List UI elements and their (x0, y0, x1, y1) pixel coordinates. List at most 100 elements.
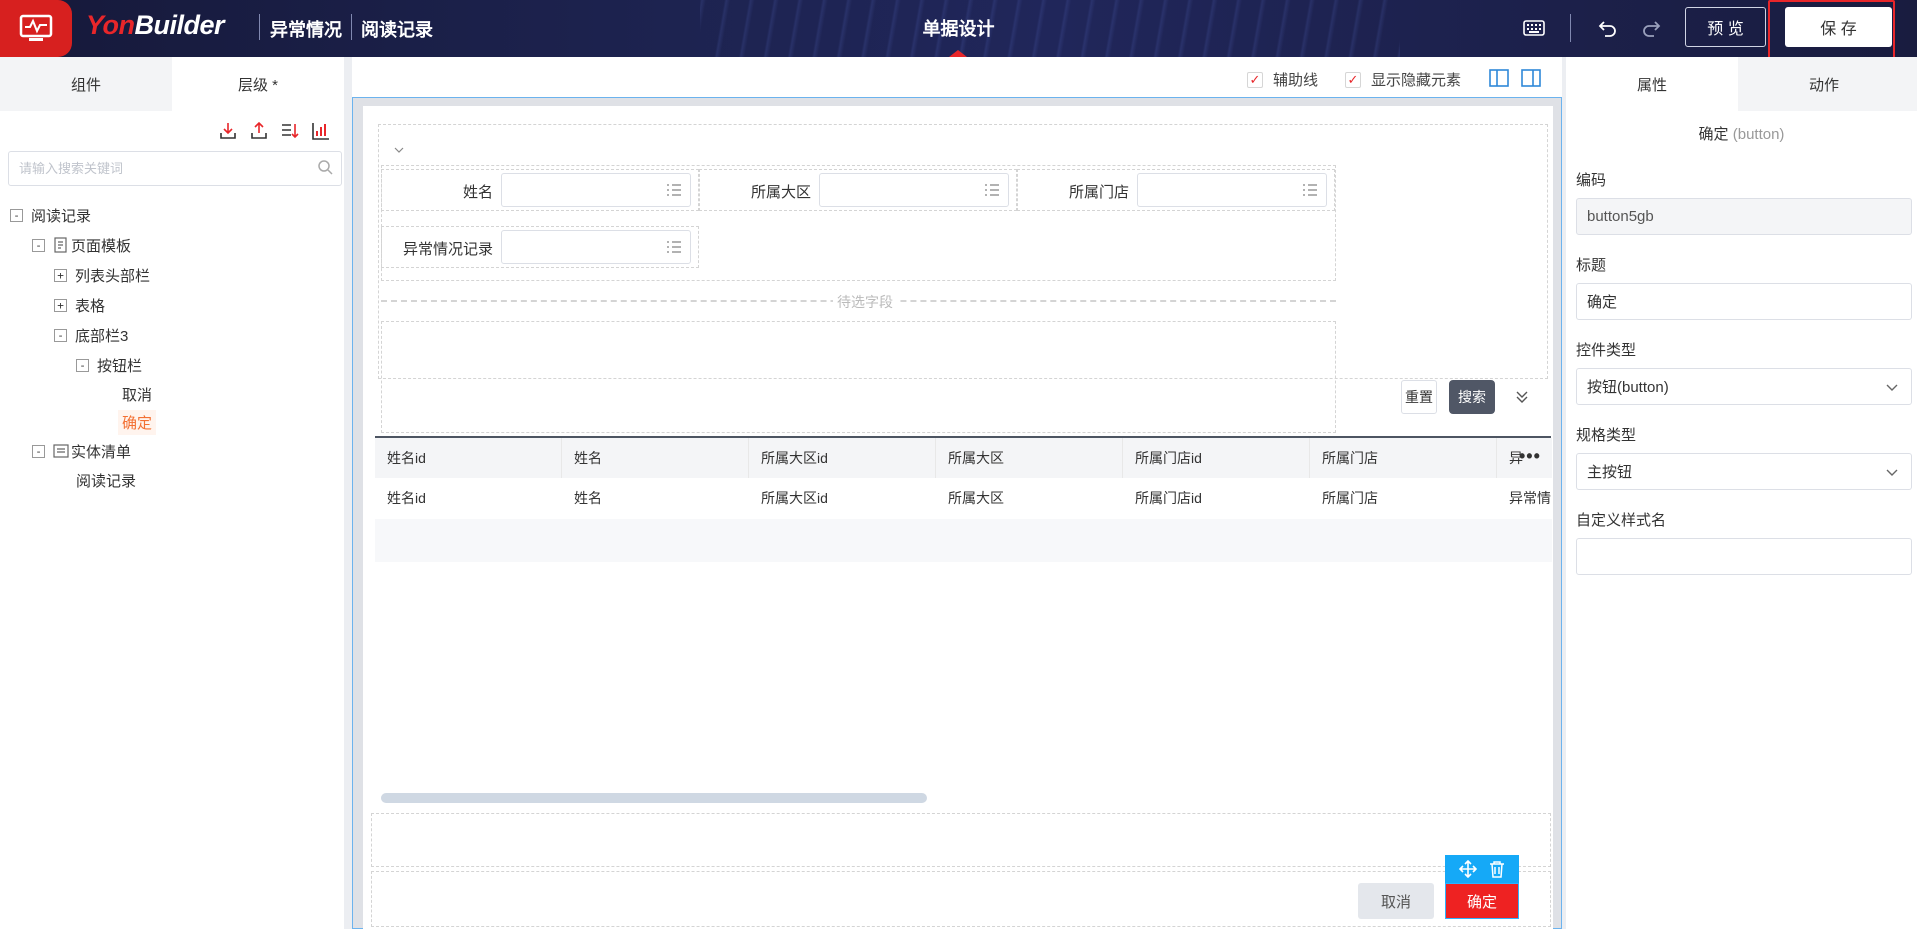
tree-label: 确定 (118, 409, 157, 435)
expand-icon[interactable]: + (54, 298, 67, 312)
option-label: 显示隐藏元素 (1371, 72, 1462, 89)
table-header: 姓名id 姓名 所属大区id 所属大区 所属门店id 所属门店 异 (375, 438, 1552, 478)
tab-properties[interactable]: 属性 (1566, 57, 1738, 111)
code-field[interactable]: button5gb (1576, 198, 1912, 235)
select-value: 按钮(button) (1587, 379, 1669, 396)
app-logo[interactable] (0, 0, 72, 57)
tree-node-cancel[interactable]: 取消 (122, 381, 152, 407)
undo-icon[interactable] (1594, 14, 1622, 42)
control-type-select[interactable]: 按钮(button) (1576, 368, 1912, 405)
expand-icon[interactable]: + (54, 268, 67, 282)
right-tabs: 属性 动作 (1566, 57, 1917, 111)
trash-icon[interactable] (1487, 859, 1507, 879)
tree-label: 表格 (75, 297, 106, 315)
more-icon[interactable]: ••• (1519, 446, 1541, 467)
tree-node-button-bar[interactable]: - 按钮栏 (76, 352, 142, 378)
collapse-icon[interactable]: - (32, 238, 45, 252)
left-tabs: 组件 层级 * (0, 57, 344, 111)
check-icon[interactable]: ✓ (1247, 71, 1263, 88)
chevron-down-icon[interactable] (1885, 465, 1899, 479)
tab-actions[interactable]: 动作 (1738, 57, 1910, 111)
column-header[interactable]: 所属大区id (749, 438, 936, 478)
check-icon[interactable]: ✓ (1345, 71, 1361, 88)
list-icon[interactable] (1302, 183, 1318, 197)
preview-button[interactable]: 预 览 (1685, 7, 1766, 47)
table-cell: 姓名id (387, 490, 426, 506)
tree-node-reading-record[interactable]: 阅读记录 (76, 467, 136, 493)
collapse-icon[interactable]: - (54, 328, 67, 342)
list-icon[interactable] (984, 183, 1000, 197)
tree-node-page-template[interactable]: - 页面模板 (32, 232, 131, 258)
search-button[interactable]: 搜索 (1449, 380, 1495, 414)
title-indicator (949, 50, 967, 57)
component-name: 确定 (button) (1698, 126, 1785, 143)
chevron-down-icon[interactable] (1885, 380, 1899, 394)
spec-type-label: 规格类型 (1576, 427, 1637, 444)
exception-field[interactable] (501, 230, 691, 264)
custom-style-field[interactable] (1576, 538, 1912, 575)
reset-button[interactable]: 重置 (1401, 380, 1437, 414)
list-icon[interactable] (666, 183, 682, 197)
export-icon[interactable] (249, 121, 269, 141)
list-icon[interactable] (666, 240, 682, 254)
search-input[interactable] (9, 152, 299, 185)
keyboard-icon[interactable] (1520, 14, 1548, 42)
control-type-label: 控件类型 (1576, 342, 1637, 359)
tree-search[interactable] (8, 151, 342, 186)
split-layout-icon[interactable] (1488, 67, 1510, 89)
panel-layout-icon[interactable] (1520, 67, 1542, 89)
tree-label: 阅读记录 (31, 207, 92, 225)
column-header[interactable]: 姓名id (375, 438, 562, 478)
move-icon[interactable] (1458, 859, 1478, 879)
region-field[interactable] (819, 173, 1009, 207)
collapse-icon[interactable]: - (32, 444, 45, 458)
double-chevron-down-icon[interactable] (1515, 390, 1529, 404)
column-header[interactable]: 所属门店 (1310, 438, 1497, 478)
confirm-button[interactable]: 确定 (1445, 883, 1519, 919)
tree-label: 按钮栏 (97, 357, 143, 375)
tree-node-table[interactable]: + 表格 (54, 292, 105, 318)
show-hidden-option[interactable]: ✓ 显示隐藏元素 (1345, 69, 1461, 90)
guide-lines-option[interactable]: ✓ 辅助线 (1247, 69, 1318, 90)
column-header[interactable]: 姓名 (562, 438, 749, 478)
collapse-icon[interactable]: - (10, 208, 23, 222)
cancel-button[interactable]: 取消 (1358, 883, 1434, 919)
tab-hierarchy[interactable]: 层级 * (172, 57, 344, 111)
chart-icon[interactable] (311, 121, 331, 141)
column-header[interactable]: 所属大区 (936, 438, 1123, 478)
tree-node-root[interactable]: - 阅读记录 (10, 202, 91, 228)
table-cell: 所属门店id (1135, 490, 1202, 506)
horizontal-scrollbar[interactable] (381, 793, 927, 803)
pending-fields-label: 待选字段 (833, 292, 897, 312)
template-icon (54, 237, 67, 253)
store-field[interactable] (1137, 173, 1327, 207)
column-header[interactable]: 所属门店id (1123, 438, 1310, 478)
name-field[interactable] (501, 173, 691, 207)
tree-node-confirm[interactable]: 确定 (118, 409, 157, 435)
spec-type-select[interactable]: 主按钮 (1576, 453, 1912, 490)
pending-area[interactable] (381, 321, 1336, 433)
tree-node-entity-list[interactable]: - 实体清单 (32, 438, 131, 464)
table-row[interactable]: 姓名id 姓名 所属大区id 所属大区 所属门店id 所属门店 异常情 (375, 478, 1552, 518)
title-field[interactable]: 确定 (1576, 283, 1912, 320)
design-canvas[interactable]: 姓名 所属大区 所属门店 异常情况记录 待选字段 重置 搜索 姓名id 姓名 所… (352, 97, 1562, 929)
top-bar: YonBuilder 异常情况 阅读记录 单据设计 预 览 保 存 (0, 0, 1917, 57)
redo-icon[interactable] (1637, 14, 1665, 42)
breadcrumb-module[interactable]: 异常情况 (270, 16, 342, 42)
breadcrumb-page[interactable]: 阅读记录 (361, 16, 433, 42)
custom-style-label: 自定义样式名 (1576, 512, 1667, 529)
sort-icon[interactable] (280, 121, 300, 141)
collapse-icon[interactable]: - (76, 358, 89, 372)
tree-node-list-header[interactable]: + 列表头部栏 (54, 262, 150, 288)
entity-icon (53, 444, 69, 458)
tab-components[interactable]: 组件 (0, 57, 172, 111)
tree-label: 取消 (122, 386, 153, 404)
chevron-down-icon[interactable] (394, 146, 404, 154)
canvas-toolbar: ✓ 辅助线 ✓ 显示隐藏元素 (352, 57, 1562, 97)
search-icon[interactable] (317, 159, 335, 177)
brand-name: YonBuilder (86, 10, 225, 40)
tree-label: 阅读记录 (76, 472, 137, 490)
import-icon[interactable] (218, 121, 238, 141)
table-cell: 所属大区 (948, 490, 1004, 506)
tree-node-footer[interactable]: - 底部栏3 (54, 322, 128, 348)
